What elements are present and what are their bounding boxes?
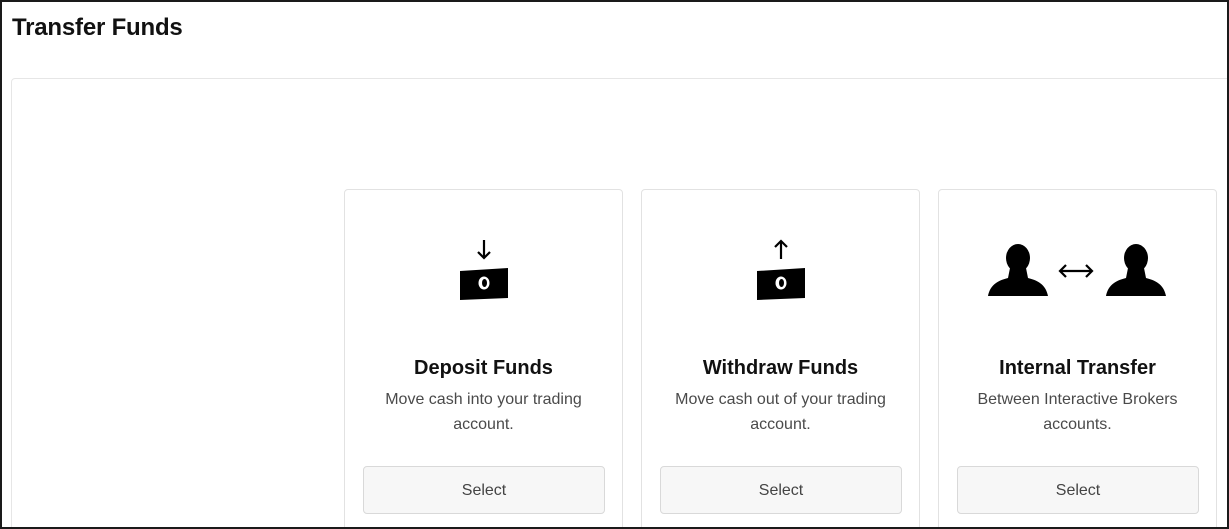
transfer-funds-window: Transfer Funds Deposit Funds Move cash i… bbox=[0, 0, 1229, 529]
double-arrow-icon bbox=[1057, 264, 1094, 278]
cash-withdraw-icon bbox=[642, 238, 919, 308]
page-title: Transfer Funds bbox=[12, 14, 183, 41]
deposit-select-button[interactable]: Select bbox=[363, 466, 605, 514]
user-transfer-icon bbox=[939, 238, 1216, 308]
internal-transfer-card[interactable]: Internal Transfer Between Interactive Br… bbox=[938, 189, 1217, 527]
withdraw-select-button[interactable]: Select bbox=[660, 466, 902, 514]
user-icon bbox=[1105, 244, 1166, 296]
card-title: Internal Transfer bbox=[999, 357, 1156, 379]
cash-deposit-icon bbox=[345, 238, 622, 308]
withdraw-funds-card[interactable]: Withdraw Funds Move cash out of your tra… bbox=[641, 189, 920, 527]
deposit-funds-card[interactable]: Deposit Funds Move cash into your tradin… bbox=[344, 189, 623, 527]
card-description: Between Interactive Brokers accounts. bbox=[977, 391, 1178, 433]
internal-transfer-select-button[interactable]: Select bbox=[957, 466, 1199, 514]
card-description: Move cash out of your trading account. bbox=[675, 391, 886, 433]
card-title: Deposit Funds bbox=[414, 357, 553, 379]
card-description: Move cash into your trading account. bbox=[385, 391, 582, 433]
card-title: Withdraw Funds bbox=[702, 357, 859, 379]
user-icon bbox=[987, 244, 1048, 296]
